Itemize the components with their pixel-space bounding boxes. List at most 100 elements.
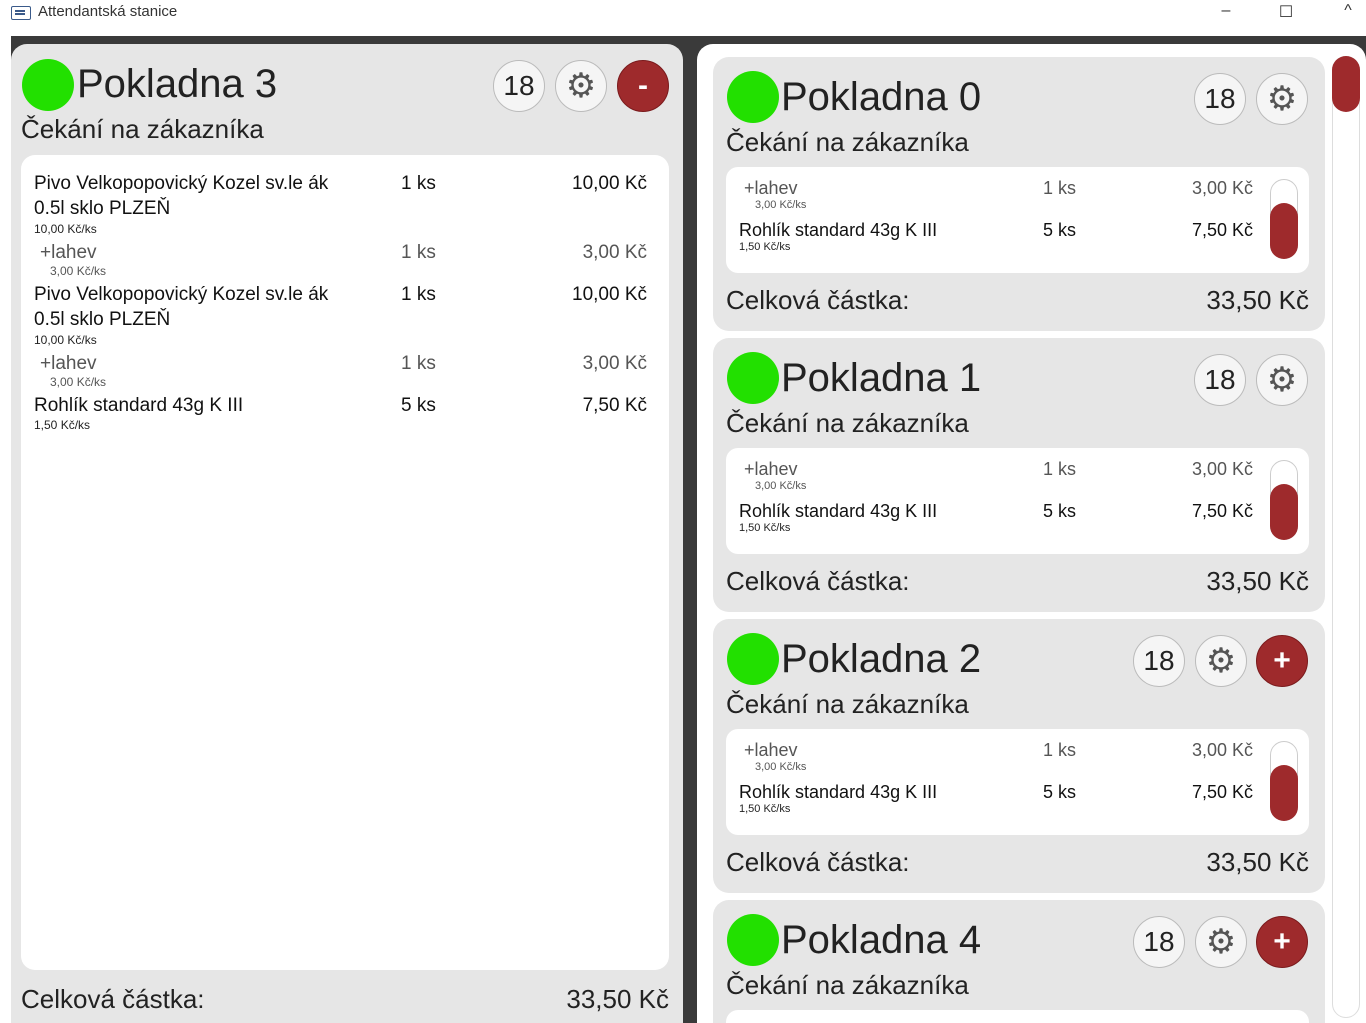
settings-button[interactable]: ⚙	[1256, 354, 1308, 406]
status-indicator	[727, 71, 779, 123]
item-name: +lahev	[744, 459, 798, 479]
close-button[interactable]: ^	[1328, 2, 1366, 26]
item-price: 10,00 Kč	[572, 173, 647, 194]
item-name: +lahev	[744, 740, 798, 760]
minus-icon: -	[638, 69, 648, 102]
gear-icon: ⚙	[1205, 642, 1237, 680]
status-indicator	[727, 633, 779, 685]
item-unit-price: 1,50 Kč/ks	[34, 418, 91, 432]
item-name: Rohlík standard 43g K III	[739, 782, 938, 802]
item-name: Rohlík standard 43g K III	[739, 501, 938, 521]
scrollbar-thumb[interactable]	[1332, 56, 1360, 112]
gear-icon: ⚙	[1266, 361, 1298, 399]
item-quantity: 1 ks	[401, 242, 436, 263]
item-quantity: 5 ks	[1043, 501, 1077, 521]
item-price: 7,50 Kč	[582, 395, 647, 416]
item-quantity: 5 ks	[1043, 782, 1077, 802]
window-app-icon	[11, 6, 31, 20]
register-card[interactable]: Pokladna 1 Čekání na zákazníka 18 ⚙ +lah…	[713, 338, 1325, 612]
register-card[interactable]: Pokladna 4 Čekání na zákazníka 18 ⚙ +	[713, 900, 1325, 1023]
item-unit-price: 3,00 Kč/ks	[50, 375, 107, 389]
total-label: Celková částka:	[726, 566, 910, 596]
item-count-badge[interactable]: 18	[1194, 73, 1246, 125]
item-price: 7,50 Kč	[1191, 220, 1253, 240]
item-name-line2: 0.5l sklo PLZEŇ	[34, 198, 171, 219]
settings-button[interactable]: ⚙	[1195, 635, 1247, 687]
items-scrollbar[interactable]	[1270, 741, 1298, 821]
item-unit-price: 3,00 Kč/ks	[50, 264, 107, 278]
gear-icon: ⚙	[1266, 80, 1298, 118]
minimize-button[interactable]: –	[1206, 2, 1246, 26]
register-name: Pokladna 1	[781, 356, 982, 400]
items-list: +lahev 1 ks 3,00 Kč 3,00 Kč/ks Rohlík st…	[726, 167, 1309, 273]
scrollbar-thumb[interactable]	[1270, 203, 1298, 259]
item-unit-price: 10,00 Kč/ks	[34, 222, 97, 236]
item-unit-price: 3,00 Kč/ks	[755, 199, 807, 211]
total-value: 33,50 Kč	[1206, 566, 1309, 596]
register-card[interactable]: Pokladna 0 Čekání na zákazníka 18 ⚙ +lah…	[713, 57, 1325, 331]
total-value: 33,50 Kč	[566, 984, 669, 1014]
item-price: 3,00 Kč	[582, 242, 647, 263]
item-price: 3,00 Kč	[1191, 740, 1253, 760]
settings-button[interactable]: ⚙	[1195, 916, 1247, 968]
plus-icon: +	[1273, 925, 1291, 958]
scrollbar-thumb[interactable]	[1270, 484, 1298, 540]
item-name: Pivo Velkopopovický Kozel sv.le ák	[34, 284, 329, 305]
item-name: Rohlík standard 43g K III	[739, 220, 938, 240]
register-status: Čekání na zákazníka	[21, 114, 264, 144]
item-quantity: 1 ks	[1043, 740, 1077, 760]
item-price: 3,00 Kč	[582, 353, 647, 374]
settings-button[interactable]: ⚙	[555, 60, 607, 112]
item-count-badge[interactable]: 18	[1133, 916, 1185, 968]
status-indicator	[22, 59, 74, 111]
total-label: Celková částka:	[726, 285, 910, 315]
item-count-badge[interactable]: 18	[1194, 354, 1246, 406]
status-indicator	[727, 352, 779, 404]
item-name: +lahev	[40, 242, 97, 263]
add-register-button[interactable]: +	[1256, 635, 1308, 687]
items-list: +lahev 1 ks 3,00 Kč 3,00 Kč/ks Rohlík st…	[726, 729, 1309, 835]
scrollbar-thumb[interactable]	[1270, 765, 1298, 821]
register-status: Čekání na zákazníka	[726, 127, 969, 157]
settings-button[interactable]: ⚙	[1256, 73, 1308, 125]
item-quantity: 1 ks	[401, 173, 436, 194]
item-quantity: 1 ks	[401, 353, 436, 374]
plus-icon: +	[1273, 644, 1291, 677]
item-count-badge[interactable]: 18	[493, 60, 545, 112]
item-price: 7,50 Kč	[1191, 782, 1253, 802]
register-name: Pokladna 4	[781, 918, 982, 962]
window-title: Attendantská stanice	[38, 3, 178, 20]
item-price: 3,00 Kč	[1191, 178, 1253, 198]
add-register-button[interactable]: +	[1256, 916, 1308, 968]
item-name: Pivo Velkopopovický Kozel sv.le ák	[34, 173, 329, 194]
register-list-scrollbar[interactable]	[1332, 56, 1360, 1018]
items-scrollbar[interactable]	[1270, 460, 1298, 540]
register-name: Pokladna 0	[781, 75, 982, 119]
items-scrollbar[interactable]	[1270, 179, 1298, 259]
item-quantity: 5 ks	[1043, 220, 1077, 240]
items-list: +lahev 1 ks 3,00 Kč 3,00 Kč/ks Rohlík st…	[726, 448, 1309, 554]
item-unit-price: 10,00 Kč/ks	[34, 333, 97, 347]
total-label: Celková částka:	[726, 847, 910, 877]
title-bar: Attendantská stanice – ☐ ^	[0, 0, 1366, 36]
items-list: Pivo Velkopopovický Kozel sv.le ák 0.5l …	[21, 155, 669, 970]
item-unit-price: 1,50 Kč/ks	[739, 241, 791, 253]
gear-icon: ⚙	[565, 67, 597, 105]
item-quantity: 1 ks	[401, 284, 436, 305]
register-card[interactable]: Pokladna 2 Čekání na zákazníka 18 ⚙ + +l…	[713, 619, 1325, 893]
selected-register-panel: Pokladna 3 Čekání na zákazníka 18 ⚙ - Pi…	[11, 44, 683, 1023]
item-name: +lahev	[40, 353, 97, 374]
item-name: +lahev	[744, 178, 798, 198]
register-status: Čekání na zákazníka	[726, 689, 969, 719]
total-value: 33,50 Kč	[1206, 847, 1309, 877]
item-count-badge[interactable]: 18	[1133, 635, 1185, 687]
item-price: 10,00 Kč	[572, 284, 647, 305]
status-indicator	[727, 914, 779, 966]
total-value: 33,50 Kč	[1206, 285, 1309, 315]
item-price: 3,00 Kč	[1191, 459, 1253, 479]
remove-register-button[interactable]: -	[617, 60, 669, 112]
item-name-line2: 0.5l sklo PLZEŇ	[34, 309, 171, 330]
item-quantity: 1 ks	[1043, 178, 1077, 198]
maximize-button[interactable]: ☐	[1266, 2, 1306, 26]
item-unit-price: 3,00 Kč/ks	[755, 761, 807, 773]
